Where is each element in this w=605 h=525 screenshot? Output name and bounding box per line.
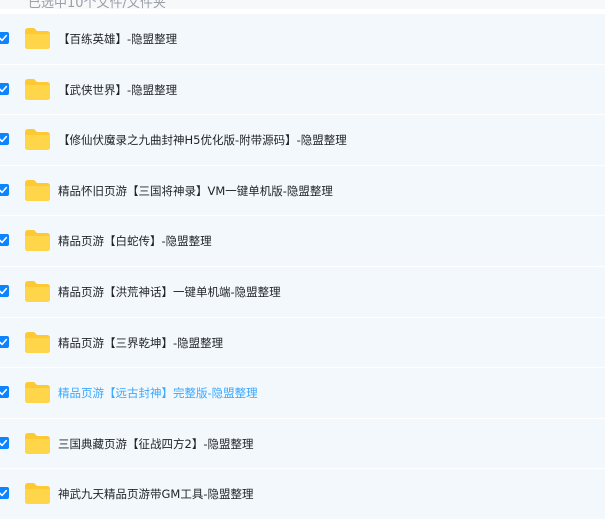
file-list: 【百练英雄】-隐盟整理 【武侠世界】-隐盟整理 【修仙伏魔录之九曲封神H5优化版…	[0, 14, 605, 520]
check-icon	[0, 338, 8, 345]
file-row[interactable]: 精品页游【远古封神】完整版-隐盟整理	[0, 368, 605, 419]
folder-icon	[25, 483, 50, 505]
folder-icon	[25, 230, 50, 252]
folder-icon	[25, 78, 50, 100]
check-icon	[0, 237, 8, 244]
check-icon	[0, 388, 8, 396]
check-icon	[0, 135, 8, 143]
check-icon	[0, 186, 8, 193]
folder-icon	[25, 331, 50, 353]
file-name-highlighted[interactable]: 精品页游【远古封神】完整版-隐盟整理	[58, 385, 258, 401]
checkbox[interactable]	[0, 82, 9, 95]
file-row[interactable]: 三国典藏页游【征战四方2】-隐盟整理	[0, 418, 605, 470]
check-icon	[0, 34, 8, 42]
file-name[interactable]: 神武九天精品页游带GM工具-隐盟整理	[58, 486, 253, 502]
file-row[interactable]: 【百练英雄】-隐盟整理	[0, 14, 605, 65]
checkbox[interactable]	[0, 335, 9, 348]
checkbox[interactable]	[0, 133, 9, 146]
file-row[interactable]: 神武九天精品页游带GM工具-隐盟整理	[0, 469, 605, 520]
file-row[interactable]: 精品页游【三界乾坤】-隐盟整理	[0, 317, 605, 369]
check-icon	[0, 439, 8, 446]
selection-count-text: 已选中10个文件/文件夹	[28, 0, 166, 9]
checkbox[interactable]	[0, 487, 9, 500]
file-name[interactable]: 精品页游【洪荒神话】一键单机端-隐盟整理	[58, 284, 281, 300]
file-row[interactable]: 精品怀旧页游【三国将神录】VM一键单机版-隐盟整理	[0, 165, 605, 217]
folder-icon	[25, 280, 50, 302]
file-row[interactable]: 【武侠世界】-隐盟整理	[0, 64, 605, 116]
checkbox[interactable]	[0, 32, 9, 44]
folder-icon	[25, 179, 50, 201]
checkbox[interactable]	[0, 284, 9, 297]
folder-icon	[25, 129, 50, 151]
file-name[interactable]: 【武侠世界】-隐盟整理	[58, 82, 177, 98]
checkbox[interactable]	[0, 436, 9, 449]
folder-icon	[25, 432, 50, 454]
file-row[interactable]: 【修仙伏魔录之九曲封神H5优化版-附带源码】-隐盟整理	[0, 115, 605, 166]
folder-icon	[25, 28, 50, 49]
file-row[interactable]: 精品页游【白蛇传】-隐盟整理	[0, 216, 605, 267]
checkbox[interactable]	[0, 183, 9, 196]
folder-icon	[25, 382, 50, 404]
check-icon	[0, 287, 8, 295]
file-name[interactable]: 精品怀旧页游【三国将神录】VM一键单机版-隐盟整理	[58, 183, 333, 199]
check-icon	[0, 85, 8, 92]
file-name[interactable]: 精品页游【白蛇传】-隐盟整理	[58, 233, 212, 249]
file-name[interactable]: 【百练英雄】-隐盟整理	[58, 31, 177, 47]
file-name[interactable]: 三国典藏页游【征战四方2】-隐盟整理	[58, 436, 253, 452]
check-icon	[0, 490, 8, 497]
checkbox[interactable]	[0, 234, 9, 247]
selection-header: 已选中10个文件/文件夹	[0, 0, 605, 9]
file-row[interactable]: 精品页游【洪荒神话】一键单机端-隐盟整理	[0, 266, 605, 318]
file-name[interactable]: 【修仙伏魔录之九曲封神H5优化版-附带源码】-隐盟整理	[58, 132, 347, 148]
checkbox[interactable]	[0, 386, 9, 399]
file-name[interactable]: 精品页游【三界乾坤】-隐盟整理	[58, 335, 223, 351]
